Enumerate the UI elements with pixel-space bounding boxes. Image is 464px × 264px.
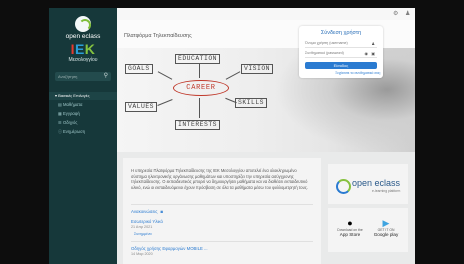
google-play-name: Google play [373, 232, 399, 237]
rss-icon[interactable]: ◙ [161, 209, 163, 214]
page-title: Πλατφόρμα Τηλεκπαίδευσης [124, 33, 192, 39]
announcement-title[interactable]: Εσωτερικό Υλικό [131, 219, 163, 224]
sidebar-item-guide[interactable]: ☰Οδηγός [49, 118, 117, 127]
logo-swirl-icon [75, 16, 91, 32]
forgot-password-link[interactable]: Ξεχάσατε το συνθηματικό σας; [299, 71, 381, 75]
topbar: ⚙ ♟ [117, 8, 415, 20]
logo[interactable]: open eclass IEK Μεσολογγίου [49, 16, 117, 76]
app-window: open eclass IEK Μεσολογγίου ⚲ ▾ Βασικές … [49, 8, 415, 264]
announcement-date: 14 Μαρ 2020 [131, 252, 153, 256]
logo-city: Μεσολογγίου [68, 57, 98, 63]
logo-iek: IEK [49, 41, 117, 57]
intro-card: Η υπηρεσία Πλατφόρμα Τηλεκπαίδευσης της … [123, 158, 321, 264]
sidebar-item-courses[interactable]: ▤Μαθήματα [49, 100, 117, 109]
hero-word-values: VALUES [125, 102, 158, 112]
main-content: Η υπηρεσία Πλατφόρμα Τηλεκπαίδευσης της … [117, 152, 415, 264]
sidebar: open eclass IEK Μεσολογγίου ⚲ ▾ Βασικές … [49, 8, 117, 264]
hero-word-skills: SKILLS [235, 98, 268, 108]
sidebar-item-info[interactable]: ⓘΕνημέρωση [49, 127, 117, 136]
search-input[interactable] [58, 73, 98, 80]
login-title: Σύνδεση χρήστη [320, 30, 362, 36]
app-store-badge[interactable]: ● Download on the App Store [334, 218, 366, 240]
username-label: Όνομα χρήστη (username) [305, 41, 348, 45]
gear-icon[interactable]: ⚙ [393, 10, 398, 17]
logo-iek-e: E [74, 41, 85, 57]
search-icon[interactable]: ⚲ [104, 72, 108, 79]
lock-icon: ▣ [371, 51, 375, 56]
username-field[interactable]: Όνομα χρήστη (username) ♟ [305, 40, 377, 48]
sidebar-section-main[interactable]: ▾ Βασικές Επιλογές [49, 92, 117, 100]
arrow-line [199, 98, 200, 118]
divider [131, 204, 313, 205]
chevron-down-icon: ▾ [55, 93, 58, 98]
brand-subtitle: e-learning platform [372, 189, 401, 193]
sidebar-nav: ▾ Βασικές Επιλογές ▤Μαθήματα ▦Εγγραφή ☰Ο… [49, 92, 117, 136]
announcement-title[interactable]: Οδηγός χρήσης Εφαρμογών MOBILE ... [131, 246, 208, 251]
brand-name: open eclass [352, 178, 401, 188]
app-store-name: App Store [339, 232, 361, 237]
intro-text: Η υπηρεσία Πλατφόρμα Τηλεκπαίδευσης της … [131, 168, 308, 190]
arrow-line [199, 64, 200, 78]
brand-card: open eclass e-learning platform [328, 164, 408, 204]
announcements-heading[interactable]: Ανακοινώσεις ◙ [131, 209, 163, 214]
sidebar-item-register[interactable]: ▦Εγγραφή [49, 109, 117, 118]
logo-name: open eclass [65, 33, 101, 40]
hero-word-education: EDUCATION [175, 54, 221, 64]
logo-iek-k: K [84, 41, 96, 57]
password-field[interactable]: Συνθηματικό (password) ◉ ▣ [305, 50, 377, 58]
announcements-label: Ανακοινώσεις [131, 209, 158, 214]
play-icon: ▶ [382, 218, 390, 228]
sidebar-item-label: Οδηγός [63, 120, 78, 125]
open-eclass-logo[interactable]: open eclass e-learning platform [336, 177, 400, 195]
sidebar-item-label: Μαθήματα [63, 102, 83, 107]
user-icon: ♟ [371, 41, 375, 46]
password-label: Συνθηματικό (password) [305, 51, 344, 55]
user-icon[interactable]: ♟ [405, 10, 410, 17]
login-form: Σύνδεση χρήστη Όνομα χρήστη (username) ♟… [299, 26, 383, 78]
apple-icon: ● [347, 218, 353, 228]
login-button[interactable]: Είσοδος [305, 62, 377, 69]
eclass-swirl-icon [336, 179, 351, 194]
sidebar-item-label: Εγγραφή [63, 111, 80, 116]
sidebar-section-label: Βασικές Επιλογές [58, 93, 90, 98]
hero-word-vision: VISION [241, 64, 274, 74]
google-play-badge[interactable]: ▶ GET IT ON Google play [370, 218, 402, 240]
app-stores-card: ● Download on the App Store ▶ GET IT ON … [328, 208, 408, 252]
sidebar-item-label: Ενημέρωση [63, 129, 86, 134]
hero-word-goals: GOALS [125, 64, 153, 74]
announcement-attachment[interactable]: Συνημμένα [134, 232, 152, 236]
eye-icon[interactable]: ◉ [365, 50, 369, 57]
announcement-date: 21 Απρ 2021 [131, 225, 153, 229]
search-box: ⚲ [55, 72, 111, 81]
hero-word-interests: INTERESTS [175, 120, 221, 130]
divider [131, 241, 313, 242]
hero-word-career: CAREER [173, 80, 229, 96]
